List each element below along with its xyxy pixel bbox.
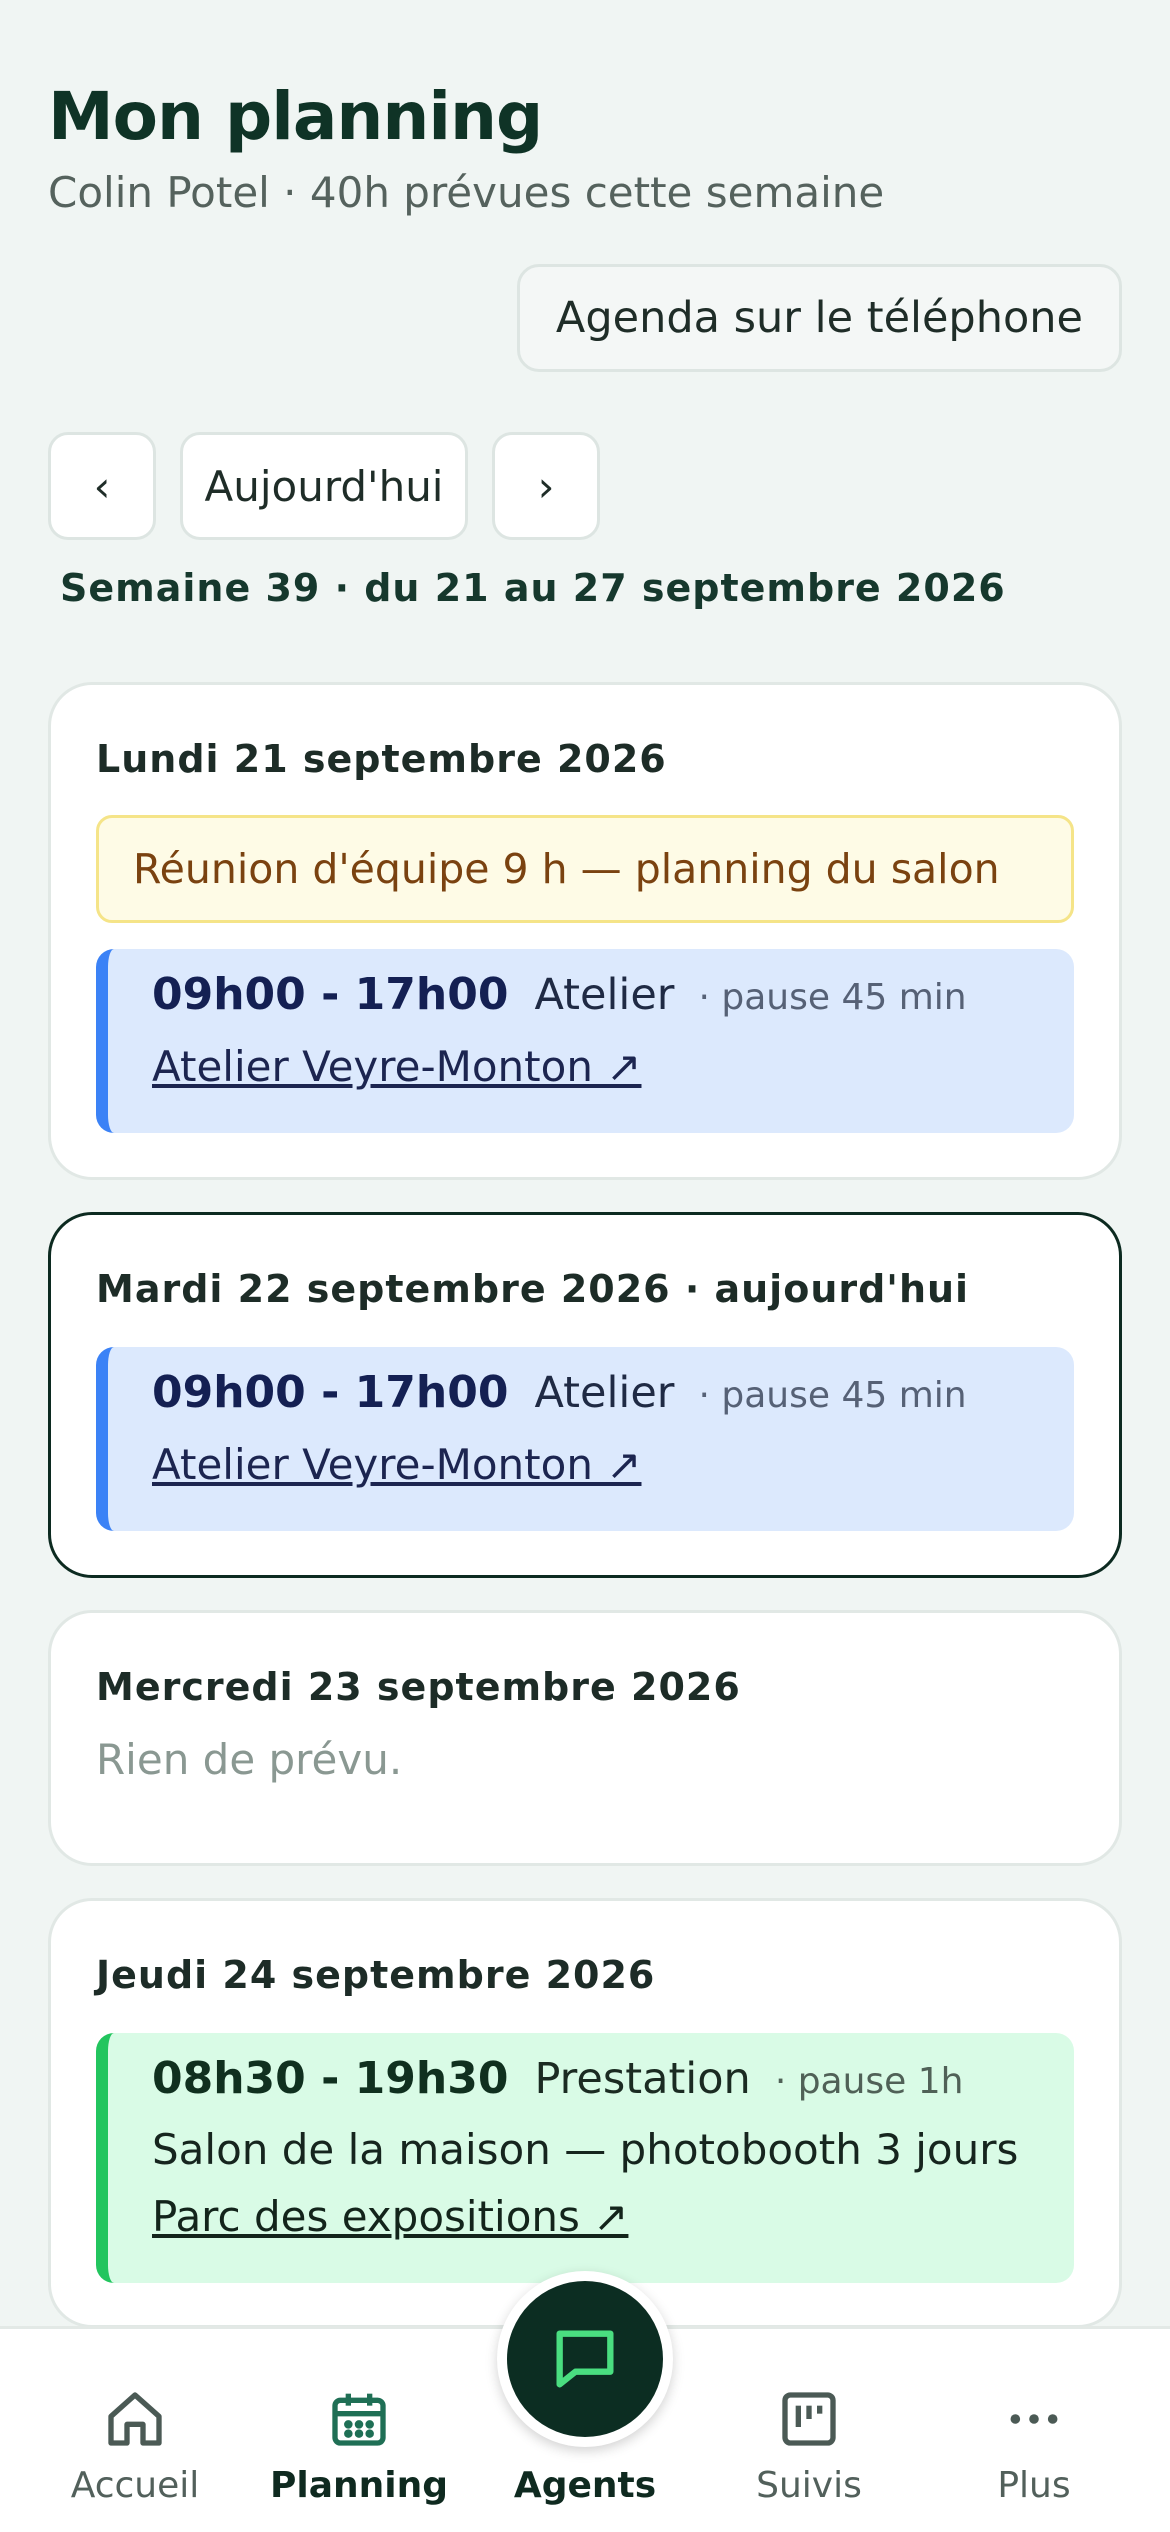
tab-suivis[interactable]: Suivis bbox=[709, 2383, 909, 2506]
shift-block[interactable]: 08h30 - 19h30 Prestation · pause 1h Salo… bbox=[96, 2033, 1074, 2283]
day-note: Réunion d'équipe 9 h — planning du salon bbox=[96, 815, 1074, 923]
shift-pause: · pause 1h bbox=[774, 2061, 964, 2102]
shift-type: Atelier bbox=[534, 1368, 675, 1418]
bottom-navigation: Accueil Planning Agents Suivis Plus bbox=[0, 2271, 1170, 2532]
day-title: Lundi 21 septembre 2026 bbox=[96, 737, 667, 781]
shift-block[interactable]: 09h00 - 17h00 Atelier · pause 45 min Ate… bbox=[96, 949, 1074, 1133]
day-title: Mardi 22 septembre 2026 · aujourd'hui bbox=[96, 1267, 970, 1311]
day-card-monday: Lundi 21 septembre 2026 Réunion d'équipe… bbox=[48, 682, 1122, 1180]
tab-label: Suivis bbox=[756, 2465, 862, 2506]
day-card-wednesday: Mercredi 23 septembre 2026 Rien de prévu… bbox=[48, 1610, 1122, 1866]
day-title: Mercredi 23 septembre 2026 bbox=[96, 1665, 741, 1709]
shift-time: 08h30 - 19h30 bbox=[152, 2053, 509, 2104]
shift-description: Salon de la maison — photobooth 3 jours bbox=[152, 2125, 1019, 2174]
shift-type: Atelier bbox=[534, 970, 675, 1020]
shift-location-link[interactable]: Atelier Veyre-Monton ↗ bbox=[152, 1033, 641, 1101]
more-dots-icon bbox=[1010, 2414, 1058, 2424]
tab-accueil[interactable]: Accueil bbox=[35, 2383, 235, 2506]
shift-time: 09h00 - 17h00 bbox=[152, 969, 509, 1020]
day-card-tuesday: Mardi 22 septembre 2026 · aujourd'hui 09… bbox=[48, 1212, 1122, 1578]
kanban-icon bbox=[782, 2392, 836, 2446]
shift-type: Prestation bbox=[534, 2054, 751, 2104]
shift-pause: · pause 45 min bbox=[698, 977, 967, 1018]
tab-plus[interactable]: Plus bbox=[934, 2383, 1134, 2506]
previous-week-button[interactable]: ‹ bbox=[48, 432, 156, 540]
tab-label: Plus bbox=[997, 2465, 1071, 2506]
today-button[interactable]: Aujourd'hui bbox=[180, 432, 468, 540]
shift-block[interactable]: 09h00 - 17h00 Atelier · pause 45 min Ate… bbox=[96, 1347, 1074, 1531]
shift-location-link[interactable]: Atelier Veyre-Monton ↗ bbox=[152, 1431, 641, 1499]
tab-label-agents[interactable]: Agents bbox=[485, 2465, 685, 2506]
calendar-icon bbox=[332, 2393, 386, 2446]
agents-button[interactable] bbox=[497, 2271, 673, 2447]
tab-label: Accueil bbox=[70, 2465, 200, 2506]
shift-location-link[interactable]: Parc des expositions ↗ bbox=[152, 2183, 628, 2251]
empty-day-text: Rien de prévu. bbox=[96, 1735, 403, 1784]
home-icon bbox=[108, 2392, 162, 2446]
day-card-thursday: Jeudi 24 septembre 2026 08h30 - 19h30 Pr… bbox=[48, 1898, 1122, 2328]
week-label: Semaine 39 · du 21 au 27 septembre 2026 bbox=[60, 566, 1006, 610]
page-subtitle: Colin Potel · 40h prévues cette semaine bbox=[48, 168, 885, 217]
chat-bubble-icon bbox=[556, 2330, 614, 2388]
phone-agenda-button[interactable]: Agenda sur le téléphone bbox=[516, 264, 1122, 372]
tab-planning[interactable]: Planning bbox=[259, 2383, 459, 2506]
next-week-button[interactable]: › bbox=[492, 432, 600, 540]
tab-label: Planning bbox=[269, 2465, 448, 2506]
day-title: Jeudi 24 septembre 2026 bbox=[96, 1953, 656, 1997]
shift-pause: · pause 45 min bbox=[698, 1375, 967, 1416]
planning-screen: Mon planning Colin Potel · 40h prévues c… bbox=[0, 0, 1170, 2532]
page-title: Mon planning bbox=[48, 78, 543, 155]
shift-time: 09h00 - 17h00 bbox=[152, 1367, 509, 1418]
